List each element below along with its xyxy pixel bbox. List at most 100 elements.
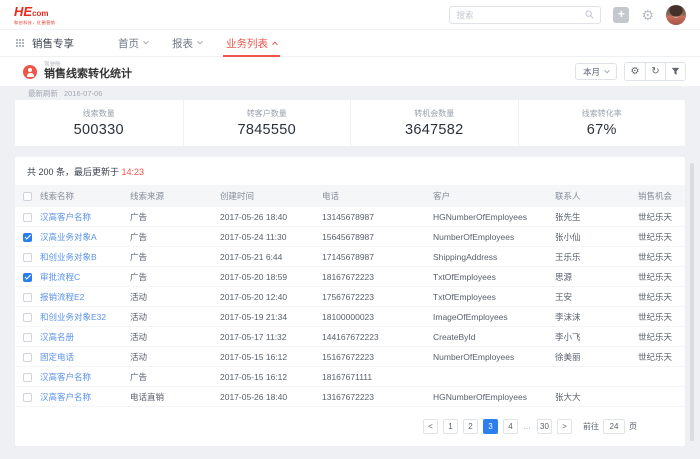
created-time-cell: 2017-05-15 16:12 <box>220 352 322 362</box>
opportunity-cell: 世纪乐天 <box>638 291 685 303</box>
dashboard-person-icon <box>23 65 37 79</box>
column-header: 电话 <box>322 190 433 202</box>
select-all-checkbox[interactable] <box>23 192 32 201</box>
nav-item-label: 报表 <box>172 36 193 51</box>
settings-gear-icon[interactable]: ⚙ <box>641 8 654 22</box>
lead-name-link[interactable]: 报销流程E2 <box>40 291 130 303</box>
row-checkbox-cell <box>23 271 40 281</box>
lead-name-link[interactable]: 固定电话 <box>40 351 130 363</box>
customer-cell: ShippingAddress <box>433 252 555 262</box>
customer-cell: ImageOfEmployees <box>433 312 555 322</box>
next-page-button[interactable]: > <box>557 419 572 434</box>
contact-cell: 张大大 <box>555 391 638 403</box>
created-time-cell: 2017-05-21 6:44 <box>220 252 322 262</box>
row-checkbox[interactable] <box>23 233 32 242</box>
page-button-4[interactable]: 4 <box>503 419 518 434</box>
stat-value: 500330 <box>74 122 124 138</box>
row-checkbox[interactable] <box>23 353 32 362</box>
app-launcher-grid-icon[interactable] <box>16 39 18 41</box>
lead-name-link[interactable]: 和创业务对象E32 <box>40 311 130 323</box>
lead-name-link[interactable]: 汉高客户名称 <box>40 211 130 223</box>
row-checkbox-cell <box>23 311 40 321</box>
lead-name-link[interactable]: 审批流程C <box>40 271 130 283</box>
row-checkbox[interactable] <box>23 213 32 222</box>
global-search[interactable] <box>449 6 601 24</box>
period-select[interactable]: 本月 <box>575 63 617 80</box>
phone-cell: 13167672223 <box>322 392 433 402</box>
lead-name-link[interactable]: 汉高客户名称 <box>40 371 130 383</box>
refresh-button[interactable]: ↻ <box>645 63 665 80</box>
toolbar-icon-group: ⚙ ↻ <box>624 62 686 81</box>
row-checkbox-cell <box>23 291 40 301</box>
stat-label: 线索数量 <box>83 108 115 119</box>
lead-name-link[interactable]: 和创业务对象B <box>40 251 130 263</box>
lead-name-link[interactable]: 汉高名册 <box>40 331 130 343</box>
phone-cell: 15167672223 <box>322 352 433 362</box>
phone-cell: 18167672223 <box>322 272 433 282</box>
nav-item-reports[interactable]: 报表 <box>172 30 202 57</box>
top-header: HEcom 和创科技，红圈营销 + ⚙ <box>0 0 700 30</box>
page-button-2[interactable]: 2 <box>463 419 478 434</box>
row-checkbox-cell <box>23 391 40 401</box>
lead-name-link[interactable]: 汉高客户名称 <box>40 391 130 403</box>
logo-he: HE <box>14 4 32 19</box>
column-header: 销售机会 <box>638 190 685 202</box>
lead-source-cell: 活动 <box>130 331 220 343</box>
app-name: 销售专享 <box>32 36 74 51</box>
refresh-icon: ↻ <box>651 66 659 77</box>
lead-source-cell: 活动 <box>130 291 220 303</box>
summary-text: 共 200 条，最后更新于 <box>27 167 122 177</box>
search-icon <box>585 10 594 19</box>
lead-source-cell: 电话直销 <box>130 391 220 403</box>
add-button[interactable]: + <box>613 7 629 23</box>
table-row: 汉高客户名称广告2017-05-15 16:1218167671111 <box>15 367 685 387</box>
phone-cell: 13145678987 <box>322 212 433 222</box>
goto-page-input[interactable] <box>603 419 625 434</box>
vertical-scrollbar-thumb[interactable] <box>690 163 694 441</box>
row-checkbox[interactable] <box>23 273 32 282</box>
row-checkbox[interactable] <box>23 393 32 402</box>
settings-button[interactable]: ⚙ <box>625 63 645 80</box>
nav-item-home[interactable]: 首页 <box>118 30 148 57</box>
chevron-up-icon <box>272 42 278 48</box>
row-checkbox[interactable] <box>23 313 32 322</box>
table-row: 汉高业务对象A广告2017-05-24 11:3015645678987Numb… <box>15 227 685 247</box>
prev-page-button[interactable]: < <box>423 419 438 434</box>
period-label: 本月 <box>583 66 600 78</box>
page-button-3[interactable]: 3 <box>483 419 498 434</box>
phone-cell: 18100000023 <box>322 312 433 322</box>
page-button-30[interactable]: 30 <box>537 419 552 434</box>
contact-cell: 张小仙 <box>555 231 638 243</box>
table-row: 固定电话活动2017-05-15 16:1215167672223NumberO… <box>15 347 685 367</box>
created-time-cell: 2017-05-17 11:32 <box>220 332 322 342</box>
user-avatar[interactable] <box>666 5 686 25</box>
phone-cell: 15645678987 <box>322 232 433 242</box>
phone-cell: 17145678987 <box>322 252 433 262</box>
lead-source-cell: 广告 <box>130 251 220 263</box>
chevron-down-icon <box>197 39 203 45</box>
lead-source-cell: 活动 <box>130 351 220 363</box>
table-row: 报销流程E2活动2017-05-20 12:4017567672223TxtOf… <box>15 287 685 307</box>
row-checkbox[interactable] <box>23 373 32 382</box>
search-input[interactable] <box>456 10 585 20</box>
row-checkbox-cell <box>23 331 40 341</box>
row-checkbox[interactable] <box>23 253 32 262</box>
customer-cell: HGNumberOfEmployees <box>433 392 555 402</box>
row-checkbox[interactable] <box>23 293 32 302</box>
nav-item-business-list[interactable]: 业务列表 <box>226 30 277 57</box>
row-checkbox[interactable] <box>23 333 32 342</box>
page-button-1[interactable]: 1 <box>443 419 458 434</box>
stat-value: 67% <box>587 122 617 138</box>
column-header: 联系人 <box>555 190 638 202</box>
row-checkbox-cell <box>23 251 40 261</box>
stat-converted-customers: 转客户数量 7845550 <box>183 100 351 146</box>
goto-page-group: 前往页 <box>583 419 637 434</box>
contact-cell: 李沫沫 <box>555 311 638 323</box>
lead-name-link[interactable]: 汉高业务对象A <box>40 231 130 243</box>
customer-cell: CreateById <box>433 332 555 342</box>
filter-button[interactable] <box>665 63 685 80</box>
opportunity-cell: 世纪乐天 <box>638 351 685 363</box>
opportunity-cell: 世纪乐天 <box>638 311 685 323</box>
summary-updated-time: 14:23 <box>122 167 145 177</box>
filter-funnel-icon <box>671 67 680 76</box>
